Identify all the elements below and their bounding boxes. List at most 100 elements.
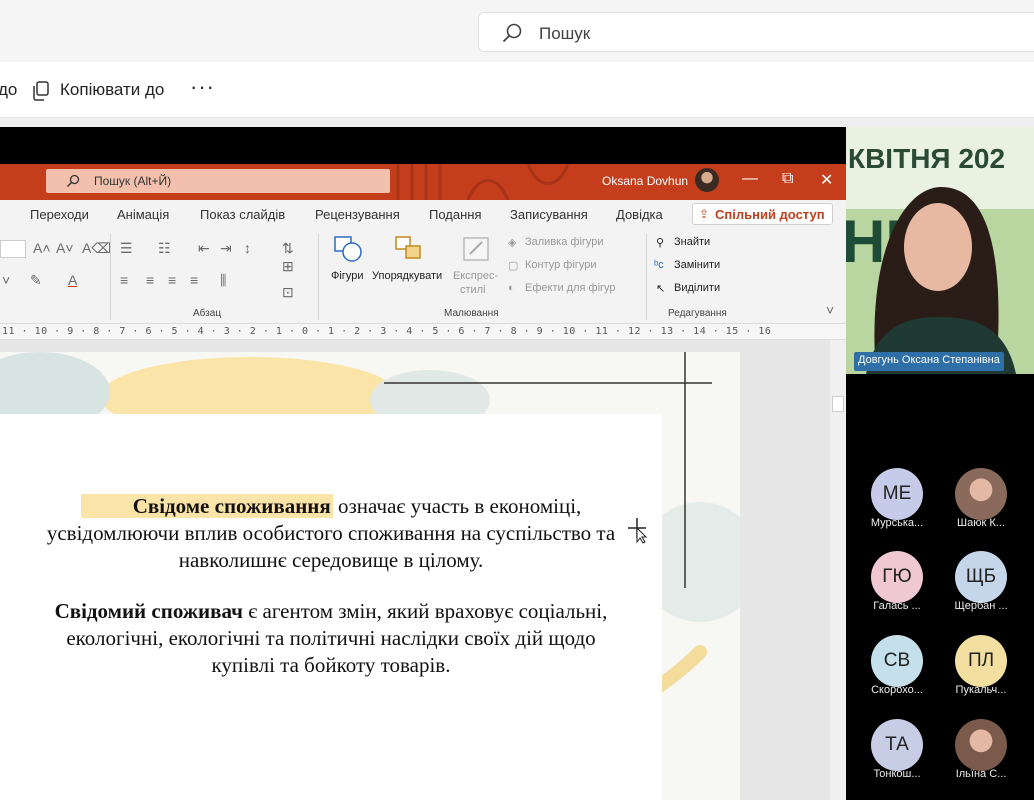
chevron-down-icon[interactable]: ˅ — [2, 272, 10, 288]
share-button[interactable]: ⇪ Спільний доступ — [692, 203, 833, 225]
avatar — [955, 468, 1007, 520]
select-icon[interactable]: ↖ — [656, 282, 665, 295]
tab-review[interactable]: Рецензування — [315, 207, 400, 222]
replace-icon[interactable]: ᵇc — [654, 259, 664, 271]
share-label: Спільний доступ — [715, 207, 825, 222]
text-direction-icon[interactable]: ⇅ — [282, 240, 294, 257]
align-right-icon[interactable]: ≡ — [168, 272, 176, 288]
minimize-icon[interactable]: — — [742, 170, 758, 188]
arrange-label[interactable]: Упорядкувати — [372, 270, 442, 282]
tab-transitions[interactable]: Переходи — [30, 207, 89, 222]
close-icon[interactable]: ✕ — [820, 170, 833, 190]
paragraph-conscious-consumer[interactable]: Свідомий споживач є агентом змін, який в… — [0, 598, 662, 679]
font-color-icon[interactable]: A — [68, 272, 77, 288]
avatar — [955, 719, 1007, 771]
font-size-field[interactable] — [0, 240, 26, 258]
highlighted-term: Свідоме споживання — [80, 494, 333, 518]
columns-icon[interactable]: ⫼ — [220, 272, 226, 289]
find-icon[interactable]: ⚲ — [656, 236, 664, 249]
participant-name: Пукальч... — [955, 684, 1007, 696]
speaker-video[interactable]: КВІТНЯ 202 НІВЕ Довгунь Оксана Степанівн… — [846, 127, 1034, 374]
shape-outline-icon[interactable]: ▢ — [508, 259, 518, 272]
highlight-icon[interactable]: ✎ — [30, 272, 42, 289]
ppt-user-name[interactable]: Oksana Dovhun — [602, 174, 688, 188]
avatar: ЩБ — [955, 551, 1007, 603]
numbering-icon[interactable]: ☷ — [158, 240, 171, 257]
bold-term: Свідомий споживач — [54, 599, 243, 623]
collapse-ribbon-icon[interactable]: ˅ — [826, 302, 834, 318]
shape-effects-button[interactable]: Ефекти для фігур — [525, 282, 616, 294]
tab-recording[interactable]: Записування — [510, 207, 588, 222]
font-shrink-icon[interactable]: A˅ — [56, 240, 74, 256]
shape-effects-icon[interactable]: ◐ — [508, 282, 515, 294]
command-bar: до Копіювати до ··· — [0, 62, 1034, 118]
find-button[interactable]: Знайти — [674, 236, 710, 248]
select-button[interactable]: Виділити — [674, 282, 720, 294]
increase-indent-icon[interactable]: ⇥ — [220, 240, 232, 257]
slide[interactable]: Свідоме споживання означає участь в екон… — [0, 352, 740, 800]
avatar: ГЮ — [871, 551, 923, 603]
font-grow-icon[interactable]: A˄ — [33, 240, 51, 256]
shapes-label[interactable]: Фігури — [331, 270, 363, 282]
ppt-search-box[interactable]: Пошук (Alt+Й) — [46, 169, 390, 193]
clear-format-icon[interactable]: A⌫ — [82, 240, 111, 257]
search-box[interactable]: Пошук — [478, 12, 1034, 52]
share-icon: ⇪ — [699, 207, 710, 221]
paragraph-conscious-consumption[interactable]: Свідоме споживання означає участь в екон… — [0, 493, 662, 574]
avatar: ТА — [871, 719, 923, 771]
ruler: 11 · 10 · 9 · 8 · 7 · 6 · 5 · 4 · 3 · 2 … — [0, 324, 846, 340]
title-pattern — [396, 164, 570, 200]
paragraph-line: купівлі та бойкоту товарів. — [211, 653, 451, 677]
align-center-icon[interactable]: ≡ — [146, 272, 154, 288]
tab-help[interactable]: Довідка — [616, 207, 663, 222]
paragraph-line: Свідомий споживач є агентом змін, який в… — [0, 598, 662, 625]
align-text-icon[interactable]: ⊞ — [282, 258, 294, 275]
separator — [110, 234, 111, 320]
participant-name: Галась ... — [873, 600, 921, 612]
restore-icon[interactable]: ⧉ — [782, 170, 793, 188]
command-truncated-label[interactable]: до — [0, 80, 17, 100]
line-spacing-icon[interactable]: ↕ — [244, 240, 251, 256]
arrange-icon[interactable] — [395, 236, 425, 264]
divider — [0, 118, 1034, 127]
paragraph-line: Свідоме споживання означає участь в екон… — [0, 493, 662, 520]
avatar: ПЛ — [955, 635, 1007, 687]
scroll-thumb[interactable] — [832, 396, 844, 412]
justify-icon[interactable]: ≡ — [190, 272, 198, 288]
separator — [318, 234, 319, 320]
replace-button[interactable]: Замінити — [674, 259, 720, 271]
teams-title-bar: Пошук — [0, 0, 1034, 62]
quick-styles-label-2[interactable]: стилі — [460, 284, 486, 296]
align-left-icon[interactable]: ≡ — [120, 272, 128, 288]
speaker-name: Довгунь Оксана Степанівна — [854, 352, 1004, 371]
separator — [646, 234, 647, 320]
bullets-icon[interactable]: ☰ — [120, 240, 133, 257]
ribbon: A˄ A˅ A⌫ ˅ ✎ A ☰ ☷ ⇤ ⇥ ↕ ⇅ ≡ ≡ ≡ ≡ ⫼ ⊞ ⊡… — [0, 228, 846, 324]
smartart-icon[interactable]: ⊡ — [282, 284, 294, 301]
group-label-editing: Редагування — [668, 308, 727, 319]
text-run: означає участь в економіці, — [332, 494, 582, 518]
participants-panel: КВІТНЯ 202 НІВЕ Довгунь Оксана Степанівн… — [846, 127, 1034, 800]
search-icon — [502, 23, 522, 43]
quick-styles-label-1[interactable]: Експрес- — [453, 270, 498, 282]
group-label-drawing: Малювання — [444, 308, 499, 319]
quick-styles-icon[interactable] — [462, 236, 492, 264]
participant-name: Ільїна С... — [955, 768, 1007, 780]
decrease-indent-icon[interactable]: ⇤ — [198, 240, 210, 257]
tab-animation[interactable]: Анімація — [117, 207, 169, 222]
tab-slideshow[interactable]: Показ слайдів — [200, 207, 285, 222]
shapes-icon[interactable] — [334, 236, 364, 264]
shape-outline-button[interactable]: Контур фігури — [525, 259, 596, 271]
paragraph-line: екологічні, екологічні та політичні насл… — [66, 626, 596, 650]
participant-name: Мурська... — [870, 517, 924, 529]
tab-view[interactable]: Подання — [429, 207, 482, 222]
participant-name: Тонкош... — [873, 768, 921, 780]
search-icon — [66, 174, 80, 188]
avatar[interactable] — [695, 168, 719, 192]
more-options-button[interactable]: ··· — [190, 74, 215, 100]
shape-fill-icon[interactable]: ◈ — [508, 236, 516, 249]
move-cursor-icon — [628, 518, 648, 544]
copy-to-button[interactable]: Копіювати до — [60, 80, 164, 100]
ppt-title-bar: Пошук (Alt+Й) Oksana Dovhun — ⧉ ✕ — [0, 164, 846, 200]
shape-fill-button[interactable]: Заливка фігури — [525, 236, 604, 248]
